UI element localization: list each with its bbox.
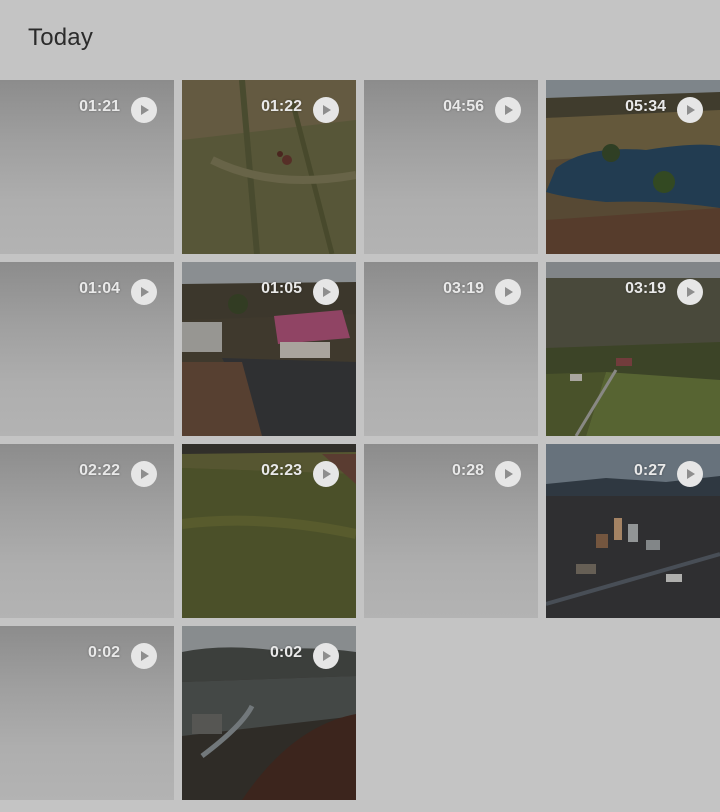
video-tile[interactable]: 0:02 (0, 626, 174, 800)
play-icon (677, 97, 703, 123)
video-duration: 0:28 (451, 462, 484, 479)
play-icon (313, 643, 339, 669)
video-duration: 0:02 (269, 644, 302, 661)
video-duration: 03:19 (625, 280, 666, 297)
video-duration: 01:22 (261, 98, 302, 115)
video-tile[interactable]: 04:56 (364, 80, 538, 254)
video-tile[interactable]: 02:23 (182, 444, 356, 618)
video-duration: 01:04 (79, 280, 120, 297)
play-icon (131, 643, 157, 669)
play-icon (131, 279, 157, 305)
video-duration: 01:21 (79, 98, 120, 115)
video-duration: 0:27 (633, 462, 666, 479)
play-icon (495, 461, 521, 487)
video-duration: 01:05 (261, 280, 302, 297)
video-tile[interactable]: 01:22 (182, 80, 356, 254)
play-icon (131, 97, 157, 123)
video-duration: 04:56 (443, 98, 484, 115)
play-icon (677, 279, 703, 305)
section-title: Today (28, 24, 94, 51)
video-tile[interactable]: 01:04 (0, 262, 174, 436)
video-tile[interactable]: 02:22 (0, 444, 174, 618)
video-tile[interactable]: 01:21 (0, 80, 174, 254)
video-duration: 02:22 (79, 462, 120, 479)
play-icon (131, 461, 157, 487)
video-tile[interactable]: 01:05 (182, 262, 356, 436)
video-duration: 0:02 (87, 644, 120, 661)
video-tile[interactable]: 0:28 (364, 444, 538, 618)
play-icon (313, 461, 339, 487)
play-icon (677, 461, 703, 487)
video-tile[interactable]: 03:19 (364, 262, 538, 436)
video-duration: 03:19 (443, 280, 484, 297)
video-duration: 02:23 (261, 462, 302, 479)
play-icon (313, 97, 339, 123)
video-duration: 05:34 (625, 98, 666, 115)
video-tile[interactable]: 05:34 (546, 80, 720, 254)
video-tile[interactable]: 03:19 (546, 262, 720, 436)
play-icon (495, 279, 521, 305)
video-tile[interactable]: 0:27 (546, 444, 720, 618)
video-tile[interactable]: 0:02 (182, 626, 356, 800)
play-icon (313, 279, 339, 305)
section-header: Today (0, 0, 720, 80)
play-icon (495, 97, 521, 123)
